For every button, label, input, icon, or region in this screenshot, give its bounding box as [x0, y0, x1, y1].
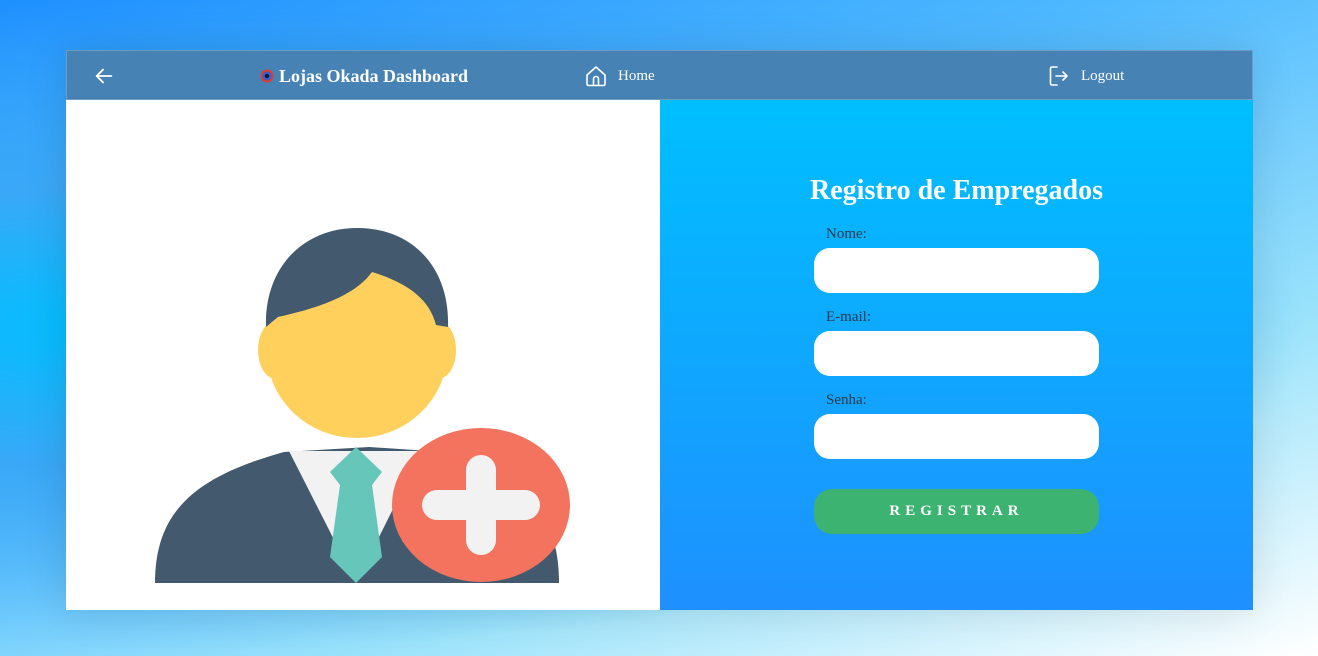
email-input[interactable]	[814, 331, 1099, 376]
brand-title: Lojas Okada Dashboard	[279, 66, 469, 86]
nav-logout-link[interactable]: Logout	[1047, 64, 1124, 88]
nav-logout-label: Logout	[1081, 67, 1125, 84]
plus-badge-icon	[392, 428, 570, 582]
name-label: Nome:	[826, 226, 867, 242]
nav-home-link[interactable]: Home	[584, 64, 655, 88]
form-title: Registro de Empregados	[810, 175, 1103, 206]
top-navbar: Lojas Okada Dashboard Home Logout	[66, 50, 1253, 100]
email-label: E-mail:	[826, 309, 871, 325]
name-input[interactable]	[814, 248, 1099, 293]
tie	[330, 447, 382, 583]
logout-icon	[1049, 66, 1068, 86]
app-window: Lojas Okada Dashboard Home Logout Regist…	[66, 50, 1253, 610]
nav-home-label: Home	[618, 67, 655, 84]
add-employee-illustration	[155, 228, 570, 583]
illustration-panel	[66, 100, 660, 610]
home-icon	[586, 66, 606, 87]
brand-logo-icon	[260, 69, 274, 83]
register-button[interactable]: REGISTRAR	[814, 489, 1099, 534]
arrow-left-icon[interactable]	[93, 65, 115, 87]
brand: Lojas Okada Dashboard	[260, 65, 468, 87]
password-label: Senha:	[826, 392, 867, 408]
password-input[interactable]	[814, 414, 1099, 459]
register-form-panel: Registro de Empregados Nome: E-mail: Sen…	[660, 100, 1253, 610]
